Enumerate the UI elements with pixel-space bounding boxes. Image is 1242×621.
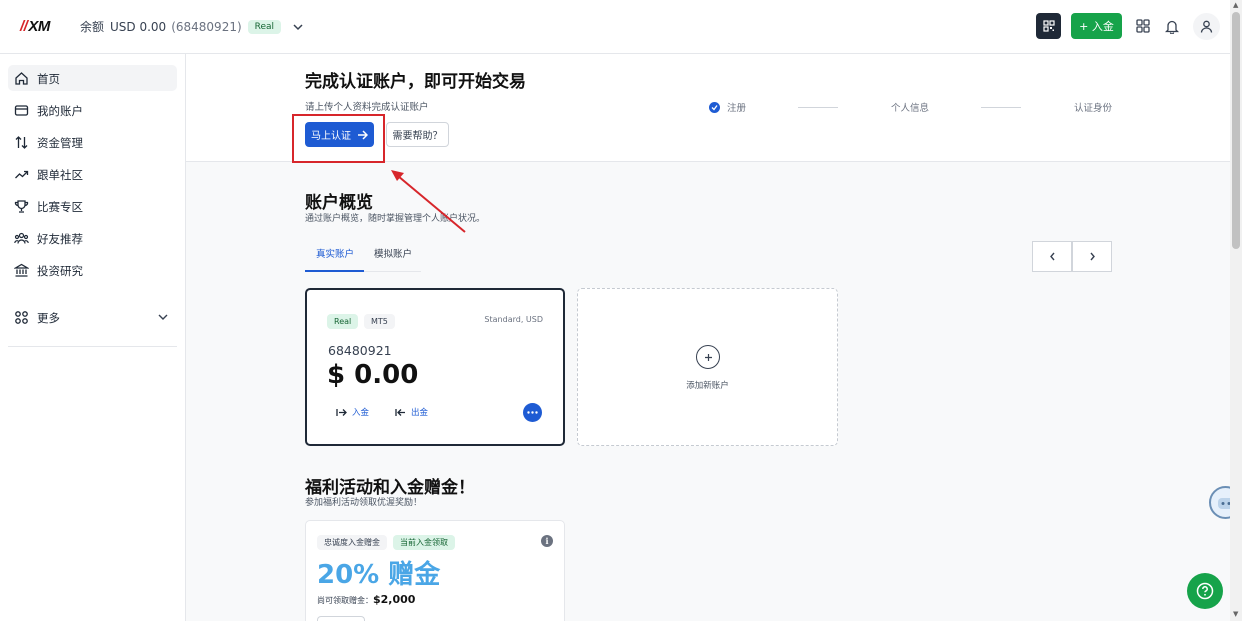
tab-real-accounts[interactable]: 真实账户	[316, 246, 354, 260]
chevron-down-icon[interactable]	[293, 22, 303, 32]
promo-tag-loyalty: 忠诚度入金赠金	[317, 535, 387, 550]
verification-steps: 注册 个人信息 认证身份	[709, 100, 1119, 116]
card-withdraw-link[interactable]: 出金	[395, 406, 428, 418]
add-account-label: 添加新账户	[686, 381, 729, 391]
overview-title: 账户概览	[305, 193, 373, 213]
account-number: 68480921	[328, 343, 392, 358]
step-connector	[798, 107, 838, 108]
sidebar-item-copy-trading[interactable]: 跟单社区	[8, 161, 177, 187]
sidebar: 首页 我的账户 资金管理 跟单社区 比赛专区 好友推荐 投资研究 更多	[0, 54, 186, 621]
step-personal-info: 个人信息	[891, 103, 930, 114]
deposit-button[interactable]: + 入金	[1071, 13, 1122, 39]
next-page-button[interactable]	[1072, 241, 1112, 272]
card-deposit-link[interactable]: 入金	[336, 406, 369, 418]
sidebar-divider	[8, 346, 177, 347]
verification-title: 完成认证账户，即可开始交易	[305, 72, 526, 92]
deposit-icon	[336, 408, 347, 416]
sidebar-item-research[interactable]: 投资研究	[8, 257, 177, 283]
balance-selector[interactable]: 余额 USD 0.00 (68480921) Real	[80, 18, 303, 35]
help-circle-icon	[1196, 582, 1214, 600]
overview-subtitle: 通过账户概览，随时掌握管理个人账户状况。	[305, 214, 486, 224]
account-id: (68480921)	[171, 19, 242, 34]
promo-input-box[interactable]	[317, 616, 365, 621]
more-horizontal-icon	[527, 411, 538, 414]
scroll-down-arrow[interactable]: ▼	[1233, 610, 1238, 618]
sidebar-item-label: 首页	[37, 72, 60, 86]
balance-label: 余额	[80, 20, 105, 34]
scrollbar-thumb[interactable]	[1232, 12, 1240, 249]
sidebar-item-label: 更多	[37, 311, 60, 325]
promo-max-bonus: 尚可领取赠金：$2,000	[317, 593, 416, 606]
grid-icon	[15, 311, 28, 324]
promo-card[interactable]: 忠诚度入金赠金 当前入金领取 i 20% 赠金 尚可领取赠金：$2,000	[305, 520, 565, 621]
sidebar-item-funds[interactable]: 资金管理	[8, 129, 177, 155]
balance-value: USD 0.00	[110, 19, 167, 34]
user-avatar[interactable]	[1193, 13, 1220, 40]
verification-banner: 完成认证账户，即可开始交易 请上传个人资料完成认证账户 马上认证 需要帮助？ 注…	[186, 54, 1230, 163]
prev-page-button[interactable]	[1032, 241, 1072, 272]
qr-code-button[interactable]	[1036, 13, 1061, 39]
verification-subtitle: 请上传个人资料完成认证账户	[305, 102, 429, 113]
trending-up-icon	[15, 170, 29, 179]
step-register: 注册	[709, 100, 746, 114]
help-button[interactable]	[1187, 573, 1223, 609]
wallet-icon	[14, 105, 29, 116]
trophy-icon	[14, 200, 29, 213]
account-balance: $ 0.00	[327, 360, 419, 390]
home-icon	[15, 72, 28, 85]
sidebar-item-competitions[interactable]: 比赛专区	[8, 193, 177, 219]
sidebar-item-my-accounts[interactable]: 我的账户	[8, 97, 177, 123]
sidebar-item-label: 投资研究	[37, 264, 83, 278]
sidebar-item-home[interactable]: 首页	[8, 65, 177, 91]
step-connector	[981, 107, 1021, 108]
sidebar-item-label: 好友推荐	[37, 232, 83, 246]
more-options-button[interactable]	[523, 403, 542, 422]
account-type-badge: Real	[247, 19, 282, 34]
account-plan: Standard, USD	[484, 315, 543, 324]
plus-icon	[696, 345, 720, 369]
users-icon	[14, 232, 29, 244]
info-icon[interactable]: i	[541, 535, 553, 547]
chevron-right-icon	[1089, 252, 1095, 261]
sidebar-item-label: 跟单社区	[37, 168, 83, 182]
highlight-box	[292, 114, 385, 163]
need-help-button[interactable]: 需要帮助？	[386, 122, 449, 147]
top-bar: //XM 余额 USD 0.00 (68480921) Real + 入金	[0, 0, 1230, 54]
add-account-card[interactable]: 添加新账户	[577, 288, 838, 446]
sidebar-item-more[interactable]: 更多	[8, 304, 177, 330]
account-type-tag: Real	[327, 314, 359, 329]
scroll-up-arrow[interactable]: ▲	[1233, 1, 1238, 9]
tab-active-indicator	[305, 270, 364, 272]
sidebar-item-label: 资金管理	[37, 136, 83, 150]
withdraw-icon	[395, 408, 405, 416]
bell-icon[interactable]	[1164, 18, 1180, 34]
apps-grid-icon[interactable]	[1135, 18, 1151, 34]
tab-demo-accounts[interactable]: 模拟账户	[374, 246, 412, 260]
xm-logo[interactable]: //XM	[20, 18, 50, 35]
transfer-icon	[15, 136, 28, 149]
step-identity: 认证身份	[1074, 103, 1113, 114]
sidebar-item-label: 比赛专区	[37, 200, 83, 214]
promo-subtitle: 参加福利活动领取优渥奖励！	[305, 498, 423, 508]
qr-code-icon	[1042, 20, 1055, 32]
sidebar-item-referral[interactable]: 好友推荐	[8, 225, 177, 251]
promo-headline: 20% 赠金	[317, 560, 441, 590]
check-circle-icon	[709, 101, 720, 113]
user-icon	[1200, 20, 1213, 33]
chevron-down-icon	[158, 314, 168, 320]
sidebar-item-label: 我的账户	[37, 104, 83, 118]
institution-icon	[14, 263, 29, 277]
chevron-left-icon	[1049, 252, 1055, 261]
account-card[interactable]: Real MT5 Standard, USD 68480921 $ 0.00 入…	[305, 288, 565, 446]
promo-tag-current: 当前入金领取	[393, 535, 455, 550]
platform-tag: MT5	[364, 314, 395, 329]
main-content: 完成认证账户，即可开始交易 请上传个人资料完成认证账户 马上认证 需要帮助？ 注…	[186, 54, 1230, 621]
